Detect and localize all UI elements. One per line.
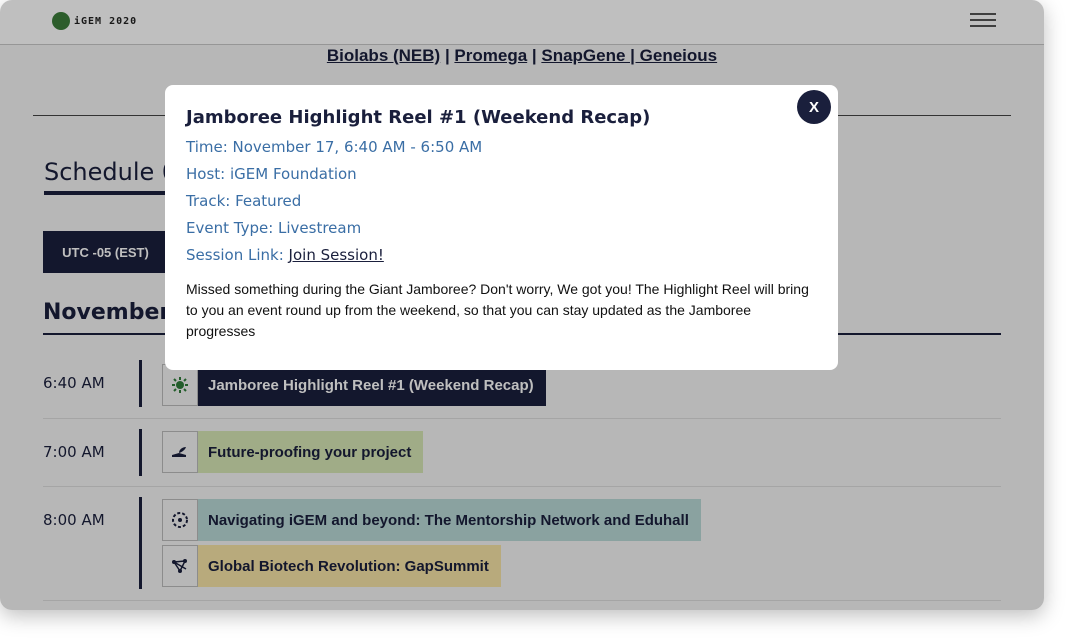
- event-detail-modal: X Jamboree Highlight Reel #1 (Weekend Re…: [165, 85, 838, 370]
- modal-description: Missed something during the Giant Jambor…: [186, 281, 809, 339]
- modal-event-type: Event Type: Livestream: [186, 219, 362, 237]
- schedule-page: iGEM 2020 Biolabs (NEB) | Promega | Snap…: [0, 0, 1044, 610]
- browser-window: iGEM 2020 Biolabs (NEB) | Promega | Snap…: [0, 0, 1044, 610]
- close-button[interactable]: X: [797, 90, 831, 124]
- modal-track: Track: Featured: [186, 192, 302, 210]
- modal-time: Time: November 17, 6:40 AM - 6:50 AM: [186, 138, 483, 156]
- modal-title: Jamboree Highlight Reel #1 (Weekend Reca…: [186, 107, 651, 128]
- session-link-label: Session Link:: [186, 246, 289, 264]
- modal-session: Session Link: Join Session!: [186, 246, 384, 264]
- join-session-link[interactable]: Join Session!: [289, 246, 384, 264]
- modal-host: Host: iGEM Foundation: [186, 165, 357, 183]
